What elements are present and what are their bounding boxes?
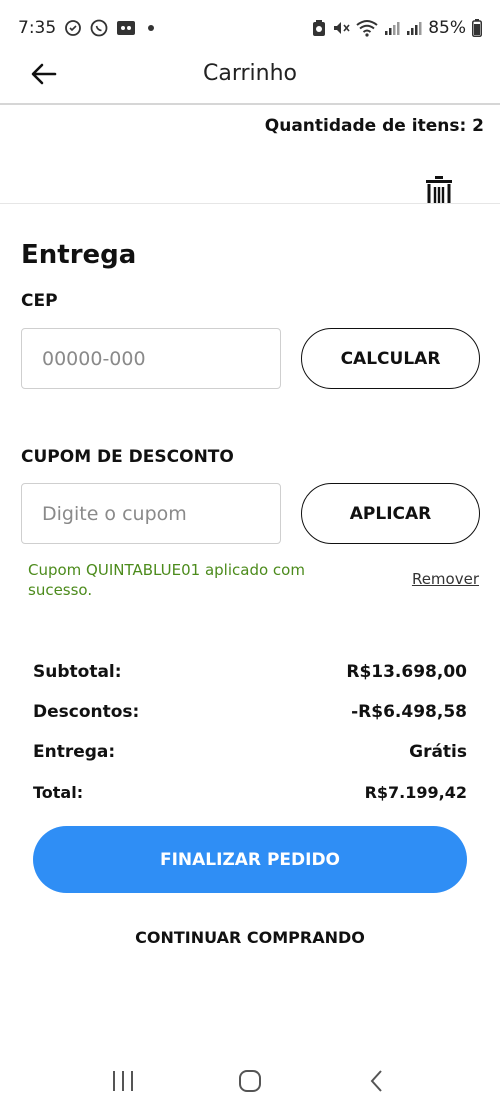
calculate-shipping-button[interactable]: CALCULAR [301, 328, 480, 389]
home-icon [238, 1069, 261, 1092]
subtotal-label: Subtotal: [33, 662, 122, 682]
trash-icon [426, 176, 452, 203]
delivery-section-title: Entrega [21, 240, 137, 270]
apply-coupon-button[interactable]: APLICAR [301, 483, 480, 544]
discount-label: Descontos: [33, 702, 140, 722]
recent-apps-icon [113, 1070, 134, 1091]
checkout-button[interactable]: FINALIZAR PEDIDO [33, 826, 467, 893]
shipping-row: Entrega: Grátis [33, 732, 467, 772]
continue-shopping-link[interactable]: CONTINUAR COMPRANDO [0, 928, 500, 947]
subtotal-row: Subtotal: R$13.698,00 [33, 652, 467, 692]
discount-row: Descontos: -R$6.498,58 [33, 692, 467, 732]
order-totals: Subtotal: R$13.698,00 Descontos: -R$6.49… [33, 652, 467, 812]
subtotal-value: R$13.698,00 [346, 662, 467, 682]
discount-value: -R$6.498,58 [351, 702, 467, 722]
signal-icon [406, 20, 422, 36]
system-back-button[interactable] [357, 1061, 397, 1101]
total-row: Total: R$7.199,42 [33, 772, 467, 812]
coupon-label: CUPOM DE DESCONTO [21, 447, 234, 467]
whatsapp-icon [90, 19, 108, 37]
clock: 7:35 [18, 18, 57, 38]
coupon-success-message: Cupom QUINTABLUE01 aplicado com sucesso. [28, 561, 305, 599]
recent-apps-button[interactable] [103, 1061, 143, 1101]
arrow-left-icon [31, 63, 57, 85]
item-count-label: Quantidade de itens: 2 [264, 116, 484, 136]
mute-icon [332, 19, 350, 37]
voicemail-icon [116, 20, 136, 36]
cep-input[interactable] [21, 328, 281, 389]
app-header: Carrinho [0, 44, 500, 102]
battery-percent: 85% [428, 18, 466, 38]
remove-coupon-link[interactable]: Remover [412, 570, 479, 588]
cart-screen: 7:35 85% Carrinho Quantidade de itens: 2… [0, 0, 500, 1111]
page-title: Carrinho [202, 60, 297, 86]
shipping-label: Entrega: [33, 742, 116, 762]
notification-dot [148, 25, 155, 31]
battery-icon [472, 19, 482, 37]
header-divider [0, 103, 500, 105]
total-value: R$7.199,42 [364, 782, 467, 802]
system-nav-bar [0, 1050, 500, 1111]
total-label: Total: [33, 782, 84, 802]
remove-items-button[interactable] [424, 175, 456, 205]
back-button[interactable] [28, 58, 60, 90]
cep-label: CEP [21, 291, 58, 311]
section-divider [0, 203, 500, 204]
back-icon [370, 1069, 382, 1092]
wifi-icon [356, 19, 378, 37]
nfc-icon [312, 19, 326, 37]
home-button[interactable] [230, 1061, 270, 1101]
shipping-value: Grátis [409, 742, 467, 762]
activity-icon [64, 19, 82, 37]
signal-icon [384, 20, 400, 36]
coupon-input[interactable] [21, 483, 281, 544]
